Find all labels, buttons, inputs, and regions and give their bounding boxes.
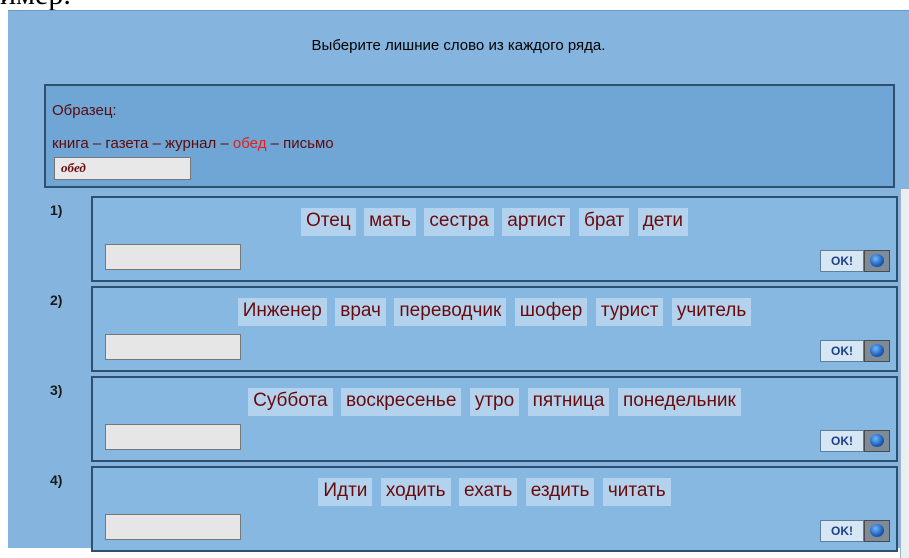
task-number: 1) <box>50 202 63 218</box>
word-item[interactable]: брат <box>578 208 630 236</box>
word-item[interactable]: читать <box>602 478 671 506</box>
ok-button-label: OK! <box>820 340 864 362</box>
word-item[interactable]: пятница <box>527 388 610 416</box>
task-box-2: Инженер врач переводчик шофер турист учи… <box>91 286 898 372</box>
word-item[interactable]: шофер <box>514 298 588 326</box>
word-item[interactable]: дети <box>637 208 689 236</box>
ok-button-label: OK! <box>820 520 864 542</box>
task-number: 2) <box>50 292 63 308</box>
instruction-heading: Выберите лишние слово из каждого ряда. <box>311 37 606 54</box>
ok-button[interactable]: OK! <box>820 430 890 452</box>
word-row: Суббота воскресенье утро пятница понедел… <box>93 388 896 416</box>
word-item[interactable]: артист <box>502 208 571 236</box>
word-row: Инженер врач переводчик шофер турист учи… <box>93 298 896 326</box>
round-button-icon <box>864 340 890 362</box>
task-number: 4) <box>50 472 63 488</box>
word-row: Идти ходить ехать ездить читать <box>93 478 896 506</box>
ok-button[interactable]: OK! <box>820 520 890 542</box>
answer-input[interactable] <box>105 244 241 270</box>
answer-input[interactable] <box>105 514 241 540</box>
task-number: 3) <box>50 382 63 398</box>
word-item[interactable]: ездить <box>525 478 595 506</box>
ok-button[interactable]: OK! <box>820 340 890 362</box>
answer-input[interactable] <box>105 424 241 450</box>
sample-title: Образец: <box>52 102 117 119</box>
word-item[interactable]: врач <box>335 298 386 326</box>
round-button-icon <box>864 430 890 452</box>
round-button-icon <box>864 520 890 542</box>
sample-box: Образец: книга – газета – журнал – обед … <box>44 84 895 188</box>
task-box-4: Идти ходить ехать ездить читать OK! <box>91 466 898 552</box>
task-box-1: Отец мать сестра артист брат дети OK! <box>91 196 898 282</box>
sample-sentence: книга – газета – журнал – обед – письмо <box>52 135 334 152</box>
sample-sentence-before: книга – газета – журнал – <box>52 135 233 152</box>
ok-button-label: OK! <box>820 250 864 272</box>
word-item[interactable]: учитель <box>671 298 752 326</box>
word-item[interactable]: ехать <box>459 478 518 506</box>
sample-answer-field: обед <box>54 157 191 180</box>
scrollbar[interactable] <box>900 189 909 558</box>
word-row: Отец мать сестра артист брат дети <box>93 208 896 236</box>
word-item[interactable]: воскресенье <box>340 388 462 416</box>
ok-button-label: OK! <box>820 430 864 452</box>
word-item[interactable]: Идти <box>318 478 373 506</box>
answer-input[interactable] <box>105 334 241 360</box>
sample-highlight-word: обед <box>232 135 267 152</box>
word-item[interactable]: Суббота <box>248 388 333 416</box>
word-item[interactable]: Инженер <box>237 298 327 326</box>
sample-sentence-after: – письмо <box>266 135 334 152</box>
word-item[interactable]: ходить <box>380 478 451 506</box>
exercise-panel: Выберите лишние слово из каждого ряда. О… <box>8 10 909 558</box>
word-item[interactable]: Отец <box>300 208 356 236</box>
word-item[interactable]: утро <box>469 388 520 416</box>
word-item[interactable]: мать <box>364 208 416 236</box>
ok-button[interactable]: OK! <box>820 250 890 272</box>
word-item[interactable]: переводчик <box>394 298 507 326</box>
word-item[interactable]: сестра <box>424 208 494 236</box>
round-button-icon <box>864 250 890 272</box>
word-item[interactable]: турист <box>595 298 664 326</box>
word-item[interactable]: понедельник <box>617 388 741 416</box>
task-box-3: Суббота воскресенье утро пятница понедел… <box>91 376 898 462</box>
